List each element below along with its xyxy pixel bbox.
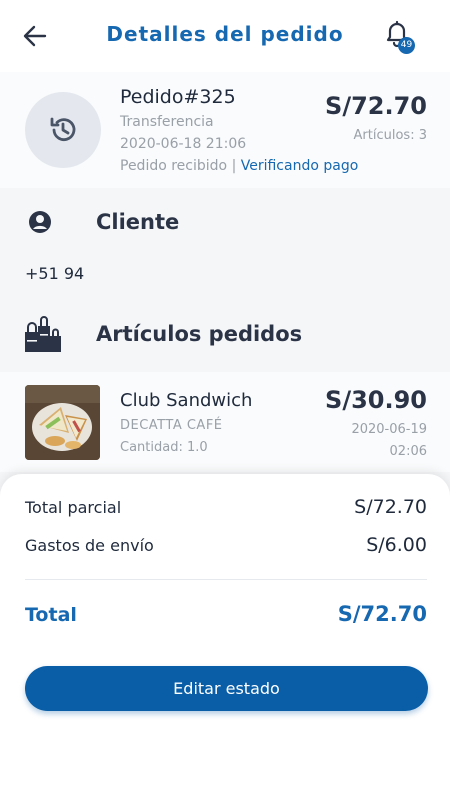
shipping-value: S/6.00 xyxy=(366,534,427,556)
divider xyxy=(25,579,427,580)
item-price: S/30.90 xyxy=(325,386,427,414)
items-section-title: Artículos pedidos xyxy=(96,322,303,346)
notifications-button[interactable]: 49 xyxy=(382,18,418,54)
order-number: Pedido#325 xyxy=(120,86,236,108)
notification-count-badge: 49 xyxy=(398,37,415,54)
shopping-bags-icon xyxy=(25,316,61,352)
client-phone: +51 94 xyxy=(25,264,85,283)
item-time: 02:06 xyxy=(389,444,427,459)
order-totals-sheet: Total parcial S/72.70 Gastos de envío S/… xyxy=(0,474,450,800)
item-name: Club Sandwich xyxy=(120,390,253,411)
order-payment-method: Transferencia xyxy=(120,114,214,130)
item-quantity: Cantidad: 1.0 xyxy=(120,440,208,455)
app-header: Detalles del pedido 49 xyxy=(0,0,450,72)
item-brand: DECATTA CAFÉ xyxy=(120,418,223,433)
total-label: Total xyxy=(25,604,77,626)
item-thumbnail xyxy=(25,385,100,460)
client-section-title: Cliente xyxy=(96,210,180,234)
order-total: S/72.70 xyxy=(325,92,427,120)
subtotal-label: Total parcial xyxy=(25,498,122,517)
sandwich-image xyxy=(25,385,100,460)
history-icon xyxy=(50,117,76,142)
order-status-avatar xyxy=(25,92,101,168)
user-circle-icon xyxy=(29,211,51,233)
shipping-label: Gastos de envío xyxy=(25,536,154,555)
order-status: Pedido recibido | Verificando pago xyxy=(120,158,358,174)
order-datetime: 2020-06-18 21:06 xyxy=(120,136,247,152)
order-status-link[interactable]: Verificando pago xyxy=(241,158,359,174)
order-status-text: Pedido recibido | xyxy=(120,158,241,174)
subtotal-value: S/72.70 xyxy=(354,496,427,518)
list-item[interactable]: Club Sandwich DECATTA CAFÉ Cantidad: 1.0… xyxy=(0,372,450,472)
item-date: 2020-06-19 xyxy=(351,422,427,437)
order-summary-card: Pedido#325 Transferencia 2020-06-18 21:0… xyxy=(0,72,450,188)
edit-status-button[interactable]: Editar estado xyxy=(25,666,428,711)
order-items-count: Artículos: 3 xyxy=(353,128,427,143)
total-value: S/72.70 xyxy=(337,602,427,626)
